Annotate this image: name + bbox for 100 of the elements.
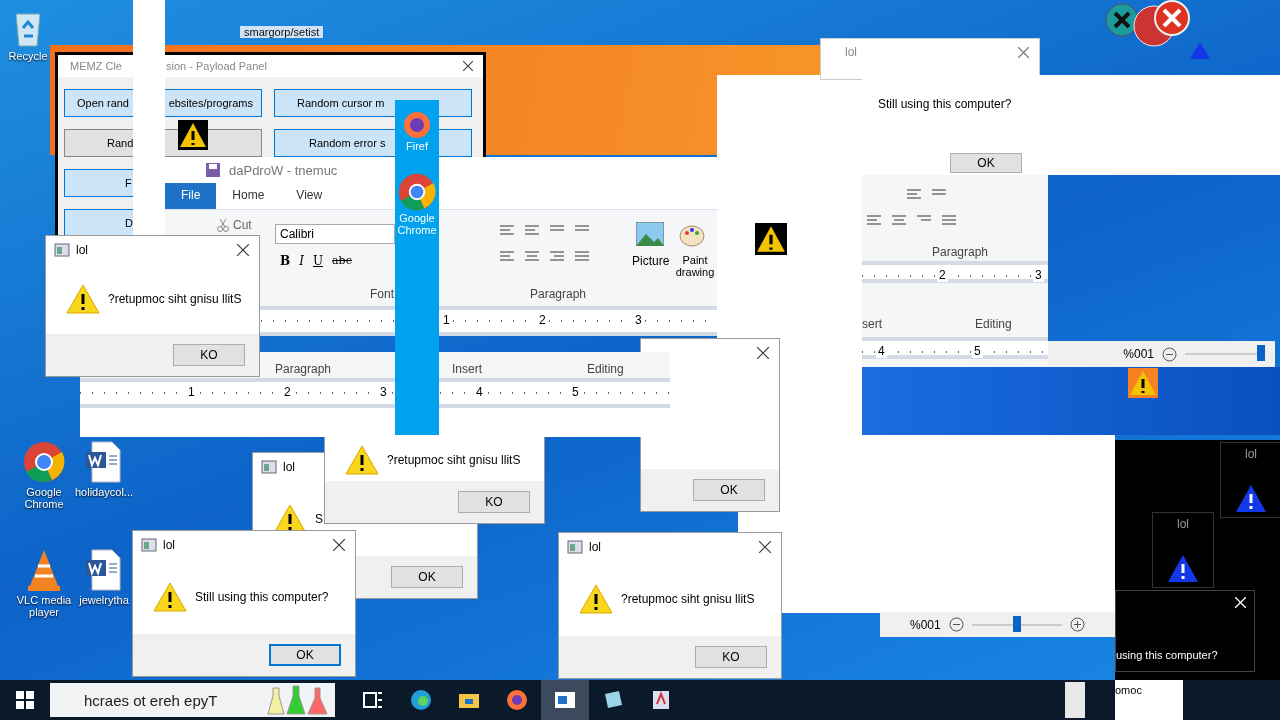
- search-field[interactable]: hcraes ot ereh epyT: [50, 683, 261, 717]
- ruler-number: 3: [633, 313, 644, 327]
- group-label: Paragraph: [530, 287, 587, 301]
- taskbar-app[interactable]: [541, 680, 589, 720]
- dialog-button[interactable]: KO: [458, 491, 530, 513]
- ribbon-tab[interactable]: Home: [216, 183, 281, 209]
- group-label: Font: [370, 287, 394, 301]
- ruler-number: 2: [937, 268, 948, 282]
- ruler-number: 3: [378, 385, 389, 399]
- warning-icon: [178, 120, 208, 150]
- dialog-message: using this computer?: [1116, 649, 1218, 661]
- dialog-title: lol: [845, 45, 857, 59]
- close-icon[interactable]: [333, 539, 345, 551]
- dialog-message: ?retupmoc siht gnisu llitS: [108, 292, 242, 306]
- zoom-slider-thumb[interactable]: [1257, 345, 1265, 361]
- ruler-number: 4: [474, 385, 485, 399]
- dialog-title: lol: [589, 540, 601, 554]
- payload-button[interactable]: D: [64, 209, 134, 237]
- font-dropdown[interactable]: Calibri: [275, 224, 395, 244]
- close-icon[interactable]: [237, 244, 249, 256]
- zoom-slider-thumb[interactable]: [1012, 615, 1021, 632]
- window-icon: [261, 460, 277, 474]
- warning-icon: [579, 583, 613, 614]
- ruler-number: 2: [537, 313, 548, 327]
- palette-icon[interactable]: [679, 222, 707, 248]
- windows-start-icon[interactable]: [16, 691, 34, 709]
- edge-icon: [409, 688, 433, 712]
- payload-button[interactable]: F: [64, 169, 134, 197]
- save-icon[interactable]: [205, 162, 221, 178]
- dialog-button[interactable]: OK: [693, 479, 765, 501]
- ruler-number: 5: [972, 344, 983, 358]
- dialog-title: lol: [1177, 517, 1189, 531]
- dialog-title: lol: [76, 243, 88, 257]
- picture-button[interactable]: Picture: [632, 254, 670, 268]
- dialog-message: Still using this computer?: [878, 97, 1012, 111]
- ribbon-tab[interactable]: View: [280, 183, 339, 209]
- zoom-in-icon[interactable]: [1069, 617, 1085, 632]
- dialog-button[interactable]: OK: [391, 566, 463, 588]
- chrome-icon[interactable]: [22, 440, 66, 484]
- warning-icon: [153, 581, 187, 612]
- firefox-icon[interactable]: [402, 110, 432, 140]
- close-icon[interactable]: [757, 347, 769, 359]
- paint-drawing-button[interactable]: Paint drawing: [673, 254, 717, 278]
- ruler-number: 1: [441, 313, 452, 327]
- ruler-number: 4: [876, 344, 887, 358]
- close-icon[interactable]: [759, 541, 771, 553]
- dialog-title: lol: [1245, 447, 1257, 461]
- document-icon[interactable]: [84, 548, 124, 592]
- format-button[interactable]: I: [299, 254, 304, 268]
- format-button[interactable]: B: [280, 254, 291, 268]
- group-label: Editing: [587, 362, 624, 376]
- dialog-message: Still using this computer?: [195, 589, 329, 604]
- icon-label: VLC media player: [15, 594, 73, 618]
- icon-label: Firef: [405, 140, 429, 152]
- warning-icon: [1128, 368, 1158, 398]
- ruler-number: 5: [570, 385, 581, 399]
- group-label: Insert: [452, 362, 482, 376]
- window-title: MEMZ Cle: [70, 60, 123, 72]
- document-icon[interactable]: [84, 440, 124, 484]
- zoom-level: %001: [1123, 347, 1154, 361]
- zoom-out-icon[interactable]: [948, 617, 964, 632]
- ribbon-tab[interactable]: File: [165, 183, 217, 209]
- dialog-button[interactable]: OK: [269, 644, 341, 666]
- zoom-level: %001: [910, 617, 941, 632]
- window-title: smargorp/setist: [240, 26, 324, 38]
- dialog-message: S: [315, 511, 323, 526]
- window-fragment: [1065, 682, 1085, 718]
- ruler-number: 3: [1033, 268, 1044, 282]
- format-button[interactable]: abc: [332, 254, 352, 268]
- ruler-number: 1: [186, 385, 197, 399]
- warning-icon: [345, 445, 379, 475]
- icon-label: Recycle: [8, 50, 48, 62]
- dialog-button[interactable]: KO: [695, 646, 767, 668]
- window-icon: [567, 540, 583, 554]
- format-button[interactable]: U: [312, 254, 324, 268]
- error-icon: [1102, 0, 1212, 60]
- window-title: sion - Payload Panel: [166, 60, 267, 72]
- zoom-out-icon[interactable]: [1162, 346, 1177, 362]
- chrome-icon[interactable]: [397, 172, 437, 212]
- warning-icon: [1235, 483, 1267, 513]
- dialog-message: ?retupmoc siht gnisu llitS: [621, 591, 755, 606]
- icon-label: Google Chrome: [396, 212, 438, 236]
- group-label: Paragraph: [275, 362, 332, 376]
- group-label: sert: [862, 317, 882, 331]
- flask-icon: [261, 683, 335, 717]
- warning-icon: [1167, 553, 1199, 583]
- dialog-message: ?retupmoc siht gnisu llitS: [387, 453, 521, 467]
- window-fragment-text: omoc: [1115, 680, 1183, 720]
- ruler-number: 2: [282, 385, 293, 399]
- dialog-title: lol: [283, 460, 295, 474]
- icon-label: jewelrytha: [79, 594, 129, 606]
- scissors-icon[interactable]: [217, 218, 229, 232]
- close-icon[interactable]: [463, 61, 473, 71]
- dialog-title: lol: [163, 538, 175, 552]
- warning-icon: [66, 284, 100, 314]
- ok-button[interactable]: OK: [950, 153, 1022, 173]
- group-label: Paragraph: [932, 245, 989, 259]
- dialog-button[interactable]: KO: [173, 344, 245, 366]
- cut-button[interactable]: Cut: [233, 218, 252, 232]
- firefox-icon: [505, 688, 529, 712]
